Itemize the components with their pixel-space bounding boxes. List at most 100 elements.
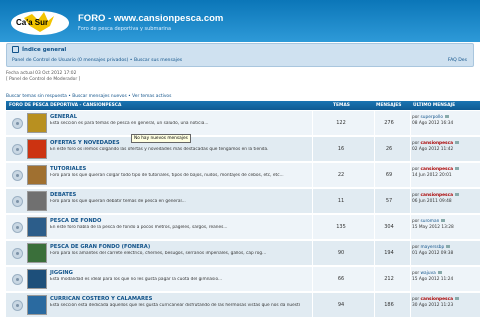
last-post-author[interactable]: cansionpesca (421, 297, 454, 302)
header-forum: FORO DE PESCA DEPORTIVA - CANSIONPESCA (9, 103, 122, 108)
post-count: 186 (384, 302, 394, 308)
forum-row[interactable]: DEBATES Foro para los que quieran debatir… (6, 188, 480, 214)
forum-description: En este foro os iremos colgando las ofer… (50, 147, 269, 152)
header-last-post: ÚLTIMO MENSAJE (413, 103, 456, 108)
topic-count: 90 (337, 250, 345, 256)
last-post-author[interactable]: mayerssbp (421, 245, 445, 250)
last-post: por cansionpesca 30 Ago 2012 11:23 (412, 297, 460, 308)
last-post: por suroman 15 May 2012 13:28 (412, 219, 454, 230)
forum-status-icon (12, 144, 23, 155)
last-post-date: 15 May 2012 13:28 (412, 224, 454, 230)
header-posts: MENSAJES (376, 103, 402, 108)
forum-status-icon (12, 222, 23, 233)
search-links[interactable]: Buscar temas sin respuesta • Buscar mens… (6, 94, 171, 99)
forum-status-icon (12, 274, 23, 285)
view-post-icon[interactable] (455, 193, 460, 196)
forum-description: Esta sección esta dedicada aquellos que … (50, 303, 300, 308)
forum-description: Esta sección es para temas de pesca en g… (50, 121, 209, 126)
forum-thumbnail (27, 243, 47, 263)
forum-row[interactable]: JIGGING Esta modalidad es ideal para los … (6, 266, 480, 292)
topic-count: 16 (337, 146, 345, 152)
last-post-author[interactable]: superpollo (421, 115, 443, 120)
last-post-author[interactable]: wajuva (421, 271, 436, 276)
post-count: 276 (384, 120, 394, 126)
forum-title[interactable]: OFERTAS Y NOVEDADES (50, 140, 120, 146)
forum-thumbnail (27, 217, 47, 237)
moderator-panel-link[interactable]: [ Panel de Control de Moderador ] (6, 77, 80, 83)
logout-link[interactable]: Des (458, 58, 467, 63)
site-header: Ca'a Sur FORO - www.cansionpesca.com For… (0, 0, 480, 42)
forum-row[interactable]: CURRICAN COSTERO Y CALAMARES Esta sección… (6, 292, 480, 318)
forum-status-icon (12, 118, 23, 129)
forum-title[interactable]: PESCA DE GRAN FONDO (FONERA) (50, 244, 150, 250)
forum-title[interactable]: GENERAL (50, 114, 77, 120)
forum-thumbnail (27, 191, 47, 211)
divider (312, 137, 313, 162)
last-post-date: 14 Jun 2012 20:01 (412, 172, 452, 178)
forum-status-icon (12, 170, 23, 181)
forum-title[interactable]: DEBATES (50, 192, 76, 198)
forum-row[interactable]: PESCA DE FONDO En este foro habla de la p… (6, 214, 480, 240)
last-post-date: 02 Ago 2012 11:42 (412, 146, 454, 152)
topic-count: 11 (337, 198, 345, 204)
post-count: 57 (385, 198, 393, 204)
forum-title[interactable]: CURRICAN COSTERO Y CALAMARES (50, 296, 152, 302)
tooltip: No hay nuevos mensajes (131, 134, 191, 143)
last-post: por wajuva 15 Ago 2012 11:24 (412, 271, 454, 282)
view-post-icon[interactable] (455, 141, 460, 144)
forum-row[interactable]: GENERAL Esta sección es para temas de pes… (6, 110, 480, 136)
forum-thumbnail (27, 113, 47, 133)
date-info: Fecha actual 03 Oct 2012 17:02 [ Panel d… (6, 71, 80, 82)
view-post-icon[interactable] (437, 271, 442, 274)
faq-link[interactable]: FAQ (448, 58, 457, 63)
topic-count: 122 (336, 120, 346, 126)
navbar: Índice general Panel de Control de Usuar… (6, 43, 474, 67)
topic-count: 66 (337, 276, 345, 282)
view-post-icon[interactable] (455, 297, 460, 300)
logo-text: Ca'a Sur (16, 18, 48, 27)
divider (312, 215, 313, 240)
forum-status-icon (12, 248, 23, 259)
view-post-icon[interactable] (444, 115, 449, 118)
divider (312, 267, 313, 292)
last-post-date: 01 Ago 2012 09:38 (412, 250, 454, 256)
forum-thumbnail (27, 165, 47, 185)
last-post-author[interactable]: suroman (421, 219, 440, 224)
forum-row[interactable]: PESCA DE GRAN FONDO (FONERA) Foro para lo… (6, 240, 480, 266)
forum-description: Esta modalidad es ideal para los que no … (50, 277, 223, 282)
view-post-icon[interactable] (446, 245, 451, 248)
forum-table-header: FORO DE PESCA DEPORTIVA - CANSIONPESCA T… (6, 101, 480, 110)
site-logo[interactable]: Ca'a Sur (10, 10, 70, 36)
forum-description: Foro para los que quieran colgar todo ti… (50, 173, 284, 178)
last-post: por mayerssbp 01 Ago 2012 09:38 (412, 245, 454, 256)
forum-row[interactable]: TUTORIALES Foro para los que quieran colg… (6, 162, 480, 188)
last-post-author[interactable]: cansionpesca (421, 141, 454, 146)
forum-row[interactable]: OFERTAS Y NOVEDADES En este foro os iremo… (6, 136, 480, 162)
view-post-icon[interactable] (455, 167, 460, 170)
forum-title[interactable]: JIGGING (50, 270, 73, 276)
view-post-icon[interactable] (441, 219, 446, 222)
last-post: por cansionpesca 02 Ago 2012 11:42 (412, 141, 460, 152)
forum-title[interactable]: PESCA DE FONDO (50, 218, 101, 224)
last-post: por cansionpesca 14 Jun 2012 20:01 (412, 167, 460, 178)
site-title: FORO - www.cansionpesca.com (78, 13, 224, 24)
forum-status-icon (12, 196, 23, 207)
last-post-author[interactable]: cansionpesca (421, 167, 454, 172)
post-count: 304 (384, 224, 394, 230)
current-date: Fecha actual 03 Oct 2012 17:02 (6, 71, 77, 76)
forum-thumbnail (27, 139, 47, 159)
user-panel-links[interactable]: Panel de Control de Usuario (0 mensajes … (12, 58, 182, 63)
post-count: 69 (385, 172, 393, 178)
divider (312, 163, 313, 188)
last-post-author[interactable]: cansionpesca (421, 193, 454, 198)
last-post: por cansionpesca 06 Jun 2011 09:48 (412, 193, 460, 204)
index-link[interactable]: Índice general (12, 46, 66, 53)
forum-title[interactable]: TUTORIALES (50, 166, 86, 172)
nav-right-links: FAQ Des (448, 58, 467, 63)
site-description: Foro de pesca deportiva y submarina (78, 26, 172, 32)
forum-status-icon (12, 300, 23, 311)
last-post-date: 15 Ago 2012 11:24 (412, 276, 454, 282)
topic-count: 22 (337, 172, 345, 178)
header-topics: TEMAS (333, 103, 350, 108)
divider (312, 293, 313, 318)
